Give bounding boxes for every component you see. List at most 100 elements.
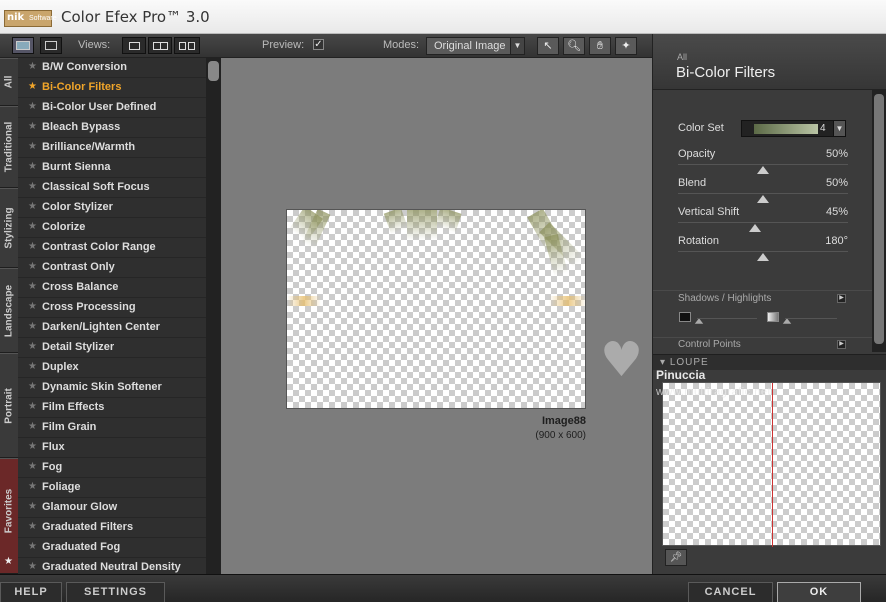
filter-item[interactable]: ★ Classical Soft Focus [18, 178, 206, 198]
slider-knob[interactable] [757, 253, 769, 261]
star-icon[interactable]: ★ [28, 561, 37, 572]
zoom-tool-icon[interactable]: 🔍︎ [563, 37, 585, 55]
star-icon[interactable]: ★ [28, 221, 37, 232]
star-icon[interactable]: ★ [28, 161, 37, 172]
expand-arrow-icon[interactable]: ▶ [837, 294, 846, 303]
cancel-button[interactable]: CANCEL [688, 582, 773, 602]
star-icon[interactable]: ★ [28, 421, 37, 432]
help-button[interactable]: HELP [0, 582, 62, 602]
pointer-tool-icon[interactable]: ↖ [537, 37, 559, 55]
slider-track[interactable] [678, 193, 848, 194]
tab-favorites[interactable]: Favorites ★ [0, 458, 18, 574]
star-icon[interactable]: ★ [28, 201, 37, 212]
filter-item[interactable]: ★ Detail Stylizer [18, 338, 206, 358]
filter-item[interactable]: ★ Burnt Sienna [18, 158, 206, 178]
filter-item[interactable]: ★ Film Grain [18, 418, 206, 438]
scroll-thumb[interactable] [874, 94, 884, 344]
filter-item[interactable]: ★ Graduated Filters [18, 518, 206, 538]
tab-stylizing[interactable]: Stylizing [0, 188, 18, 268]
ok-button[interactable]: OK [777, 582, 861, 602]
star-icon[interactable]: ★ [28, 521, 37, 532]
highlight-slider-knob[interactable] [782, 318, 792, 324]
filter-item[interactable]: ★ Duplex [18, 358, 206, 378]
shadow-swatch[interactable] [679, 312, 691, 322]
settings-button[interactable]: SETTINGS [66, 582, 165, 602]
star-icon[interactable]: ★ [28, 441, 37, 452]
tab-all[interactable]: All [0, 58, 18, 106]
star-icon[interactable]: ★ [28, 121, 37, 132]
color-set-select[interactable]: 4 ▼ [741, 120, 846, 137]
tab-landscape[interactable]: Landscape [0, 268, 18, 353]
filter-item[interactable]: ★ Glamour Glow [18, 498, 206, 518]
star-icon[interactable]: ★ [28, 61, 37, 72]
star-icon[interactable]: ★ [28, 341, 37, 352]
views-label: Views: [78, 39, 111, 51]
filter-item[interactable]: ★ Color Stylizer [18, 198, 206, 218]
tab-traditional[interactable]: Traditional [0, 106, 18, 188]
filter-item[interactable]: ★ Foliage [18, 478, 206, 498]
star-icon[interactable]: ★ [28, 101, 37, 112]
slider-knob[interactable] [748, 224, 761, 232]
view-split-button[interactable] [148, 37, 172, 54]
filter-list-scrollbar[interactable] [206, 58, 221, 574]
shadow-slider-knob[interactable] [694, 318, 704, 324]
star-icon[interactable]: ★ [28, 481, 37, 492]
pin-loupe-icon[interactable]: 📌︎ [665, 549, 687, 566]
star-icon[interactable]: ★ [28, 81, 37, 92]
star-icon[interactable]: ★ [28, 381, 37, 392]
filter-name: Fog [42, 461, 63, 473]
view-side-by-side-button[interactable] [174, 37, 200, 54]
list-view-icon[interactable] [40, 37, 62, 54]
view-single-button[interactable] [122, 37, 146, 54]
modes-label: Modes: [383, 39, 420, 51]
filter-item[interactable]: ★ Cross Processing [18, 298, 206, 318]
image-preview[interactable] [286, 209, 586, 409]
filter-item[interactable]: ★ B/W Conversion [18, 58, 206, 78]
star-icon[interactable]: ★ [28, 401, 37, 412]
filter-item[interactable]: ★ Colorize [18, 218, 206, 238]
filter-item[interactable]: ★ Contrast Color Range [18, 238, 206, 258]
star-icon[interactable]: ★ [28, 461, 37, 472]
star-icon[interactable]: ★ [28, 261, 37, 272]
filter-item[interactable]: ★ Brilliance/Warmth [18, 138, 206, 158]
star-icon[interactable]: ★ [28, 281, 37, 292]
hand-tool-icon[interactable]: ✋︎ [589, 37, 611, 55]
filter-item[interactable]: ★ Cross Balance [18, 278, 206, 298]
star-icon[interactable]: ★ [28, 241, 37, 252]
modes-select[interactable]: Original Image ▼ [426, 37, 525, 55]
filter-item[interactable]: ★ Flux [18, 438, 206, 458]
star-icon[interactable]: ★ [28, 361, 37, 372]
filter-item[interactable]: ★ Bleach Bypass [18, 118, 206, 138]
slider-track[interactable] [678, 251, 848, 252]
star-icon[interactable]: ★ [28, 321, 37, 332]
preview-checkbox[interactable]: ✓ [313, 39, 324, 50]
panel-scrollbar[interactable] [872, 90, 886, 352]
star-icon[interactable]: ★ [28, 181, 37, 192]
tab-label: Portrait [3, 387, 15, 424]
filter-item[interactable]: ★ Dynamic Skin Softener [18, 378, 206, 398]
filter-item[interactable]: ★ Contrast Only [18, 258, 206, 278]
control-point-tool-icon[interactable]: ✦ [615, 37, 637, 55]
star-icon[interactable]: ★ [28, 141, 37, 152]
preview-area[interactable]: Image88 (900 x 600) [221, 58, 652, 574]
expand-arrow-icon[interactable]: ▶ [837, 340, 846, 349]
slider-knob[interactable] [757, 195, 769, 203]
filter-item[interactable]: ★ Fog [18, 458, 206, 478]
highlight-swatch[interactable] [767, 312, 779, 322]
filter-item[interactable]: ★ Bi-Color Filters [18, 78, 206, 98]
star-icon[interactable]: ★ [28, 501, 37, 512]
filter-item[interactable]: ★ Darken/Lighten Center [18, 318, 206, 338]
loupe-view[interactable] [662, 382, 881, 547]
filter-item[interactable]: ★ Graduated Fog [18, 538, 206, 558]
star-icon[interactable]: ★ [28, 541, 37, 552]
filter-item[interactable]: ★ Film Effects [18, 398, 206, 418]
scroll-thumb[interactable] [208, 61, 219, 81]
filter-item[interactable]: ★ Bi-Color User Defined [18, 98, 206, 118]
slider-knob[interactable] [757, 166, 769, 174]
filter-name: Glamour Glow [42, 501, 118, 513]
slider-track[interactable] [678, 222, 848, 223]
single-view-icon[interactable] [12, 37, 34, 54]
slider-track[interactable] [678, 164, 848, 165]
star-icon[interactable]: ★ [28, 301, 37, 312]
tab-portrait[interactable]: Portrait [0, 353, 18, 458]
